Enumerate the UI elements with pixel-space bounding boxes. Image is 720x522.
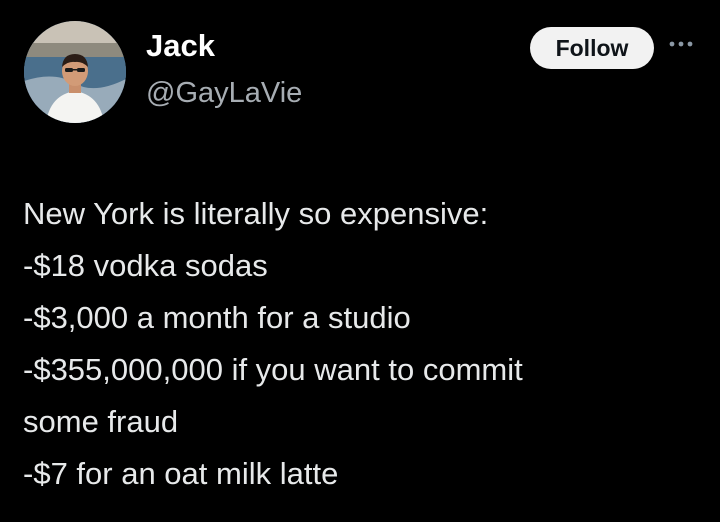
tweet-line: -$3,000 a month for a studio <box>23 300 411 335</box>
more-horizontal-icon[interactable] <box>666 32 696 56</box>
tweet-line: some fraud <box>23 404 179 439</box>
follow-button[interactable]: Follow <box>530 27 654 69</box>
tweet-line: -$18 vodka sodas <box>23 248 268 283</box>
author-display-name[interactable]: Jack <box>146 28 215 64</box>
author-handle[interactable]: @GayLaVie <box>146 76 302 110</box>
tweet-line: -$355,000,000 if you want to commit <box>23 352 523 387</box>
tweet-text: New York is literally so expensive: -$18… <box>23 188 703 500</box>
tweet-card: Jack @GayLaVie Follow New York is litera… <box>0 0 720 522</box>
avatar-photo <box>24 21 126 123</box>
tweet-line: -$7 for an oat milk latte <box>23 456 339 491</box>
avatar[interactable] <box>24 21 126 123</box>
tweet-line: New York is literally so expensive: <box>23 196 489 231</box>
